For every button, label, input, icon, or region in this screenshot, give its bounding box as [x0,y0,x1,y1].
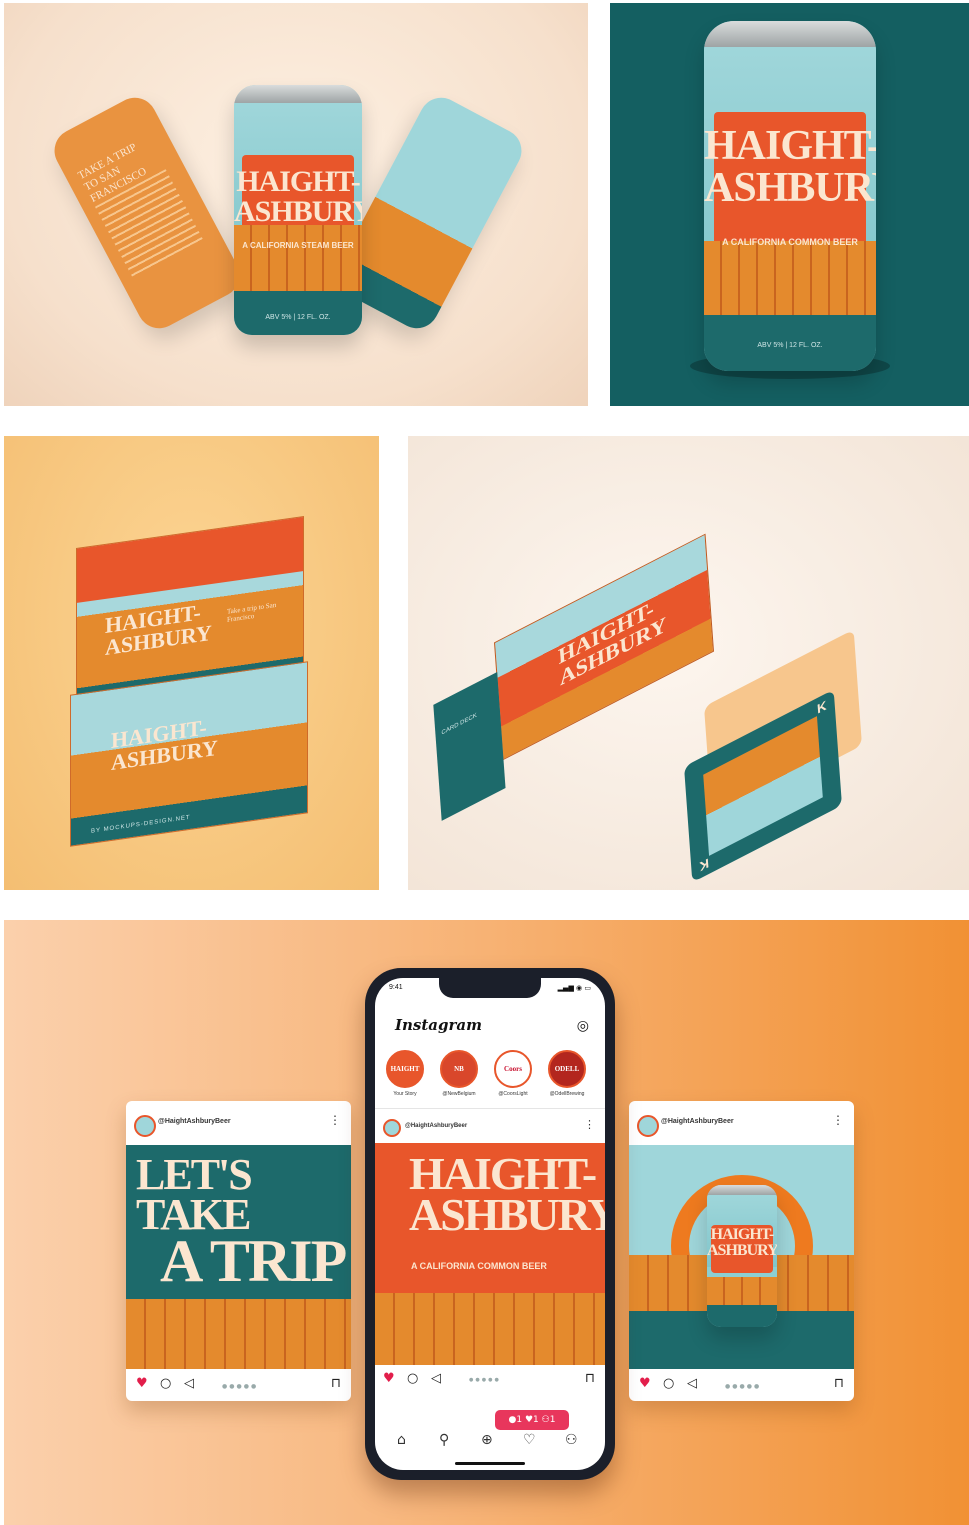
post-right: @HaightAshburyBeer ⋮ HAIGHT- ASHBURY ♥ ○… [629,1101,854,1401]
search-icon[interactable]: ⚲ [439,1432,449,1448]
front-can: HAIGHT- ASHBURY A CALIFORNIA STEAM BEER … [234,85,362,335]
can-brand: HAIGHT- ASHBURY [234,165,362,228]
post-username[interactable]: @HaightAshburyBeer [661,1118,734,1125]
like-icon[interactable]: ♥ [639,1376,651,1391]
card-box: CARD DECK HAIGHT- ASHBURY [433,533,714,821]
stories-row: HAIGHT Your Story NB @NewBelgium Coors @… [375,1044,605,1109]
add-post-icon[interactable]: ⊕ [481,1432,493,1448]
post-image: HAIGHT- ASHBURY A CALIFORNIA COMMON BEER [375,1143,605,1365]
house-illustration [704,241,876,321]
can-tagline: A CALIFORNIA COMMON BEER [722,237,858,247]
house-illustration [234,225,362,295]
messenger-icon[interactable]: ◎ [577,1018,589,1034]
can-brand: HAIGHT- ASHBURY [704,123,876,211]
can-trio-panel: TAKE A TRIP TO SAN FRANCISCO HAIGHT- ASH… [4,3,588,406]
comment-icon[interactable]: ○ [407,1371,418,1386]
share-icon[interactable]: ◁ [184,1376,194,1391]
side-can: TAKE A TRIP TO SAN FRANCISCO [46,90,248,336]
feed-post: @HaightAshburyBeer ⋮ HAIGHT- ASHBURY A C… [375,1109,605,1409]
king-corner-top: K [816,697,827,717]
avatar[interactable] [637,1115,659,1137]
like-icon[interactable]: ♥ [383,1371,395,1386]
save-icon[interactable]: ⊓ [834,1376,844,1391]
phone-screen: 9:41 ▂▄▆ ◉ ▭ Instagram ◎ HAIGHT Your Sto… [375,978,605,1470]
mockup-credit: BY MOCKUPS-DESIGN.NET [91,814,191,835]
carousel-dots: ●●●●● [725,1383,762,1390]
phone-mockup: 9:41 ▂▄▆ ◉ ▭ Instagram ◎ HAIGHT Your Sto… [365,968,615,1480]
post-can: HAIGHT- ASHBURY [707,1185,777,1327]
home-indicator [455,1462,525,1465]
post-brand: HAIGHT- ASHBURY [409,1148,605,1241]
box-stack-panel: HAIGHT- ASHBURY Take a trip to San Franc… [4,436,379,890]
card-deck-panel: CARD DECK HAIGHT- ASHBURY K K [408,436,969,890]
post-tagline: A CALIFORNIA COMMON BEER [411,1261,547,1271]
bottom-box: HAIGHT- ASHBURY BY MOCKUPS-DESIGN.NET [70,661,308,847]
share-icon[interactable]: ◁ [687,1376,697,1391]
post-image: HAIGHT- ASHBURY [629,1145,854,1369]
more-icon[interactable]: ⋮ [329,1113,341,1127]
box-brand-lower: HAIGHT- ASHBURY [111,714,218,775]
box-brand: HAIGHT- ASHBURY [105,599,212,660]
house-illustration [126,1299,351,1369]
post-headline: LET'S TAKE A TRIP [136,1150,347,1295]
more-icon[interactable]: ⋮ [832,1113,844,1127]
hero-can: HAIGHT- ASHBURY A CALIFORNIA COMMON BEER… [704,21,876,371]
status-time: 9:41 [389,984,403,991]
can-abv: ABV 5% | 12 FL. OZ. [757,342,823,349]
comment-icon[interactable]: ○ [160,1376,171,1391]
profile-icon[interactable]: ⚇ [565,1432,578,1448]
like-icon[interactable]: ♥ [136,1376,148,1391]
card-box-brand: HAIGHT- ASHBURY [557,595,668,691]
save-icon[interactable]: ⊓ [585,1371,595,1386]
save-icon[interactable]: ⊓ [331,1376,341,1391]
house-illustration [375,1293,605,1365]
post-username[interactable]: @HaightAshburyBeer [158,1118,231,1125]
can-tagline: A CALIFORNIA STEAM BEER [242,241,354,250]
phone-notch [439,978,541,998]
carousel-dots: ●●●●● [222,1383,259,1390]
bottom-tab-bar: ⌂ ⚲ ⊕ ♡ ⚇ [375,1426,605,1456]
story-coorslight[interactable]: Coors @CoorsLight [491,1050,535,1097]
home-icon[interactable]: ⌂ [397,1432,406,1448]
instagram-panel: @HaightAshburyBeer ⋮ LET'S TAKE A TRIP ♥… [4,920,969,1525]
post-username[interactable]: @HaightAshburyBeer [405,1123,467,1129]
activity-icon[interactable]: ♡ [523,1432,536,1448]
single-can-panel: HAIGHT- ASHBURY A CALIFORNIA COMMON BEER… [610,3,969,406]
status-icons: ▂▄▆ ◉ ▭ [557,984,591,992]
story-your-story[interactable]: HAIGHT Your Story [383,1050,427,1097]
post-image: LET'S TAKE A TRIP [126,1145,351,1369]
comment-icon[interactable]: ○ [663,1376,674,1391]
post-left: @HaightAshburyBeer ⋮ LET'S TAKE A TRIP ♥… [126,1101,351,1401]
avatar[interactable] [134,1115,156,1137]
box-side-text: Take a trip to San Francisco [227,600,277,624]
story-newbelgium[interactable]: NB @NewBelgium [437,1050,481,1097]
share-icon[interactable]: ◁ [431,1371,441,1386]
instagram-logo[interactable]: Instagram [395,1016,482,1034]
avatar[interactable] [383,1119,401,1137]
king-corner-bottom: K [699,855,710,875]
story-odellbrewing[interactable]: ODELL @OdellBrewing [545,1050,589,1097]
can-abv: ABV 5% | 12 FL. OZ. [265,314,331,321]
carousel-dots: ●●●●● [469,1377,501,1383]
more-icon[interactable]: ⋮ [584,1118,595,1131]
